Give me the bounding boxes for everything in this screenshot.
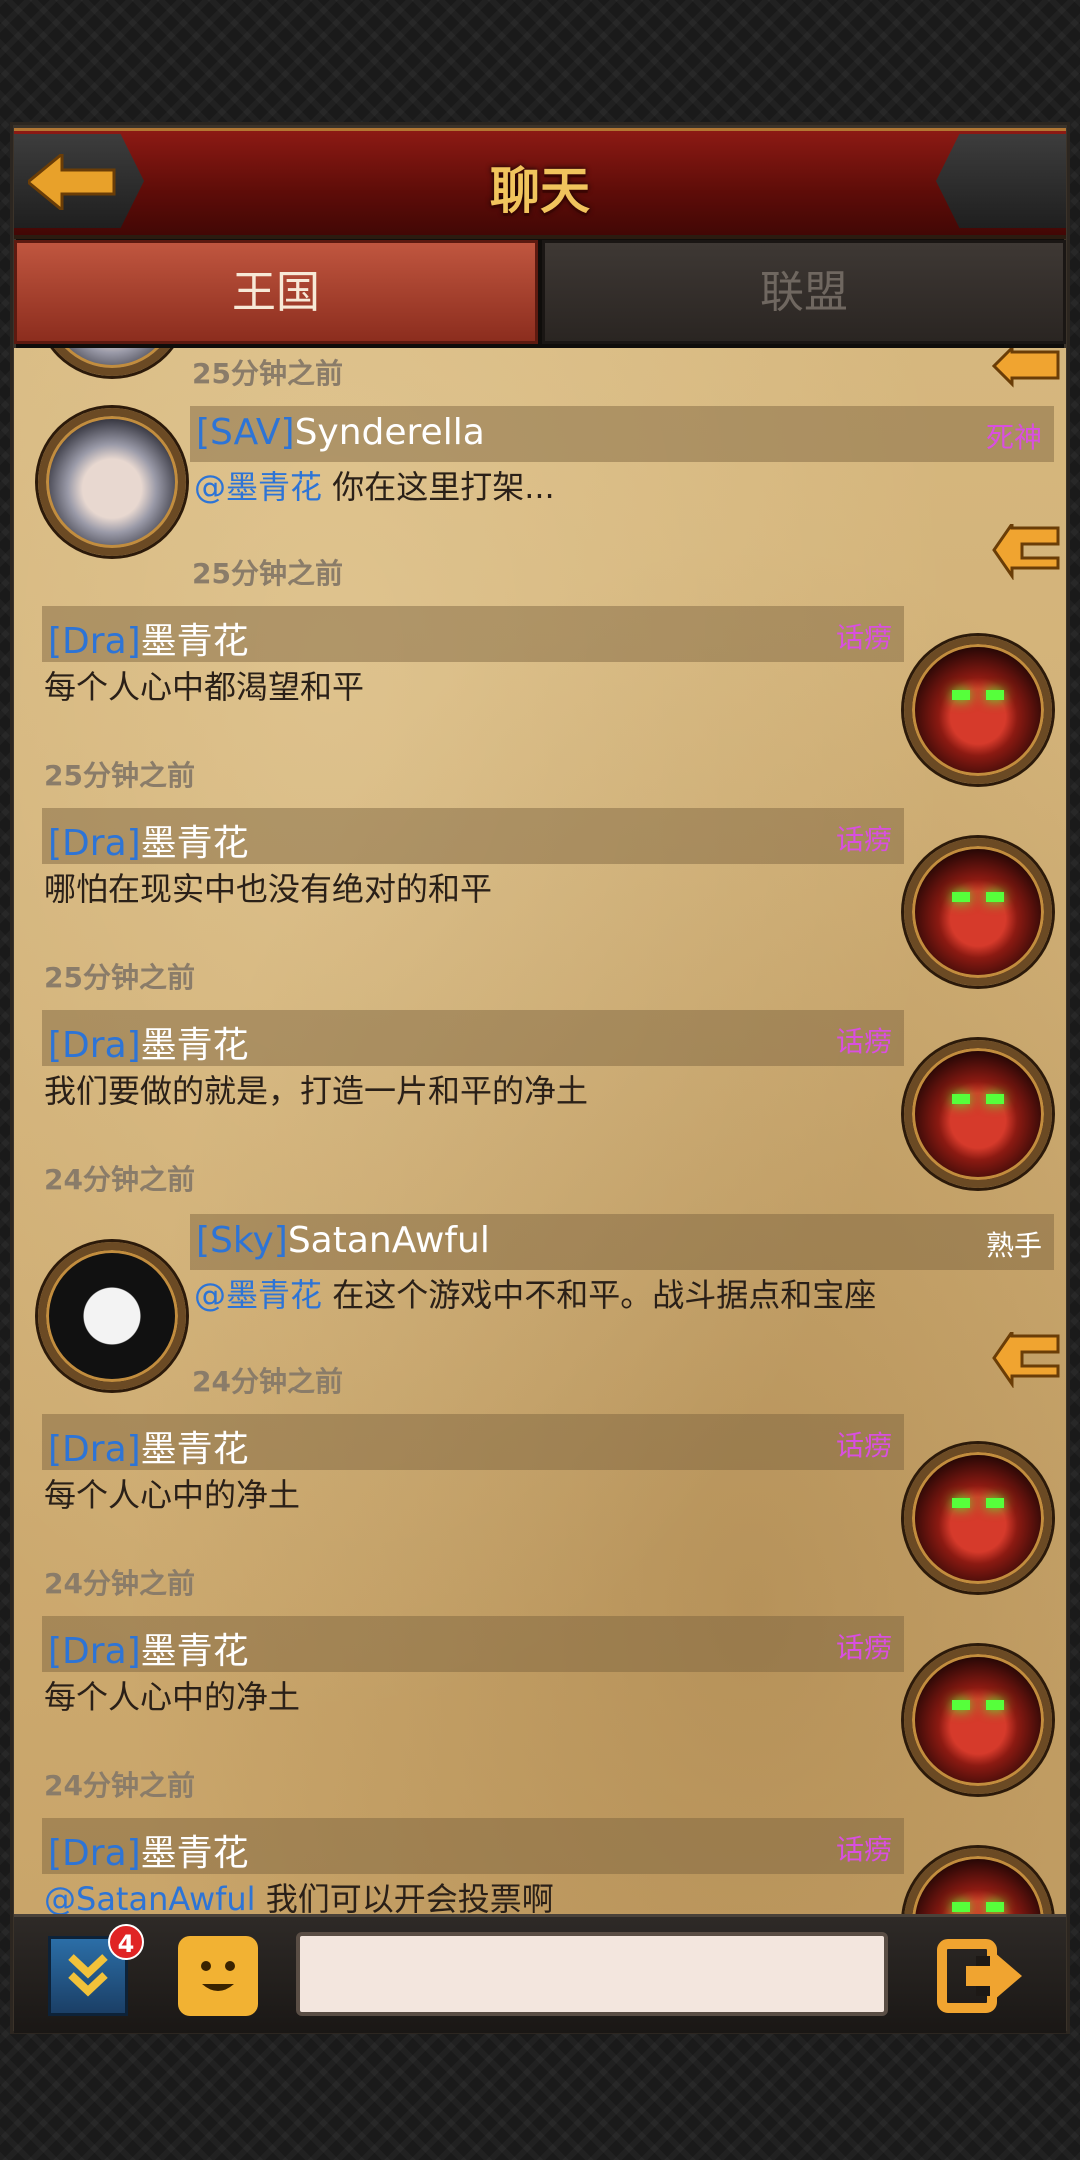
message-time: 24分钟之前 — [44, 1567, 195, 1600]
message-time: 25分钟之前 — [192, 557, 343, 590]
reply-icon[interactable] — [992, 1332, 1062, 1388]
name-bar: [Dra]墨青花 话痨 — [42, 606, 904, 662]
avatar[interactable] — [904, 636, 1052, 784]
reply-icon[interactable] — [992, 348, 1062, 388]
message-text: 哪怕在现实中也没有绝对的和平 — [44, 870, 493, 908]
avatar[interactable] — [904, 1444, 1052, 1592]
alliance-tag: [Dra] — [48, 1025, 141, 1066]
name-bar: [Dra]墨青花 话痨 — [42, 808, 904, 864]
message-time: 25分钟之前 — [192, 357, 343, 390]
avatar[interactable] — [38, 1242, 186, 1390]
name-bar: [Dra]墨青花 话痨 — [42, 1414, 904, 1470]
unread-badge: 4 — [108, 1924, 144, 1960]
message-text: @SatanAwful 我们可以开会投票啊 — [44, 1874, 554, 1914]
username[interactable]: 墨青花 — [141, 1025, 249, 1066]
message-time: 25分钟之前 — [44, 759, 195, 792]
username[interactable]: Synderella — [295, 412, 485, 453]
header-right-cap — [936, 134, 1066, 228]
name-bar: [SAV]Synderella 死神 — [190, 406, 1054, 462]
avatar[interactable] — [904, 838, 1052, 986]
message-text: 每个人心中的净土 — [44, 1476, 301, 1514]
alliance-tag: [Sky] — [196, 1220, 288, 1261]
username[interactable]: 墨青花 — [141, 1833, 249, 1874]
send-button[interactable] — [936, 1936, 1026, 2016]
message-time: 24分钟之前 — [44, 1163, 195, 1196]
name-bar: [Dra]墨青花 话痨 — [42, 1010, 904, 1066]
message-text: 我们要做的就是，打造一片和平的净土 — [44, 1072, 589, 1110]
emoji-icon — [201, 1961, 235, 1991]
message-text: 每个人心中的净土 — [44, 1678, 301, 1716]
avatar[interactable] — [38, 408, 186, 556]
back-button[interactable] — [14, 134, 144, 228]
mention[interactable]: @SatanAwful — [44, 1880, 256, 1914]
avatar[interactable] — [904, 1646, 1052, 1794]
send-icon — [937, 1939, 1022, 2013]
message-text: @墨青花 你在这里打架... — [194, 468, 555, 506]
player-title: 话痨 — [835, 1025, 892, 1058]
alliance-tag: [Dra] — [48, 823, 141, 864]
player-title: 话痨 — [835, 1429, 892, 1462]
alliance-tag: [Dra] — [48, 1429, 141, 1470]
name-bar: [Dra]墨青花 话痨 — [42, 1616, 904, 1672]
chat-list[interactable]: 25分钟之前 [SAV]Synderella 死神 @墨青花 你在这里打架...… — [14, 348, 1066, 1914]
avatar[interactable] — [904, 1040, 1052, 1188]
tab-kingdom[interactable]: 王国 — [14, 240, 538, 344]
header-bar: 聊天 — [14, 128, 1066, 239]
player-title: 话痨 — [835, 1631, 892, 1664]
page-title: 聊天 — [490, 162, 590, 220]
player-title: 熟手 — [985, 1229, 1042, 1262]
player-title: 死神 — [985, 421, 1042, 454]
username[interactable]: SatanAwful — [288, 1220, 490, 1261]
emoji-button[interactable] — [178, 1936, 258, 2016]
message-text: @墨青花 在这个游戏中不和平。战斗据点和宝座 — [194, 1276, 877, 1314]
name-bar: [Dra]墨青花 话痨 — [42, 1818, 904, 1874]
reply-icon[interactable] — [992, 524, 1062, 580]
message-time: 25分钟之前 — [44, 961, 195, 994]
username[interactable]: 墨青花 — [141, 823, 249, 864]
player-title: 话痨 — [835, 1833, 892, 1866]
username[interactable]: 墨青花 — [141, 1429, 249, 1470]
message-text: 每个人心中都渴望和平 — [44, 668, 365, 706]
alliance-tag: [Dra] — [48, 1833, 141, 1874]
player-title: 话痨 — [835, 621, 892, 654]
player-title: 话痨 — [835, 823, 892, 856]
alliance-tag: [Dra] — [48, 621, 141, 662]
mention[interactable]: @墨青花 — [194, 1276, 322, 1314]
chat-input[interactable] — [296, 1932, 888, 2016]
username[interactable]: 墨青花 — [141, 1631, 249, 1672]
tab-alliance[interactable]: 联盟 — [542, 240, 1066, 344]
username[interactable]: 墨青花 — [141, 621, 249, 662]
message-time: 24分钟之前 — [192, 1365, 343, 1398]
alliance-tag: [SAV] — [196, 412, 295, 453]
back-arrow-icon — [28, 154, 116, 210]
avatar[interactable] — [904, 1848, 1052, 1914]
avatar[interactable] — [38, 348, 186, 376]
name-bar: [Sky]SatanAwful 熟手 — [190, 1214, 1054, 1270]
alliance-tag: [Dra] — [48, 1631, 141, 1672]
mention[interactable]: @墨青花 — [194, 468, 322, 506]
message-time: 24分钟之前 — [44, 1769, 195, 1802]
